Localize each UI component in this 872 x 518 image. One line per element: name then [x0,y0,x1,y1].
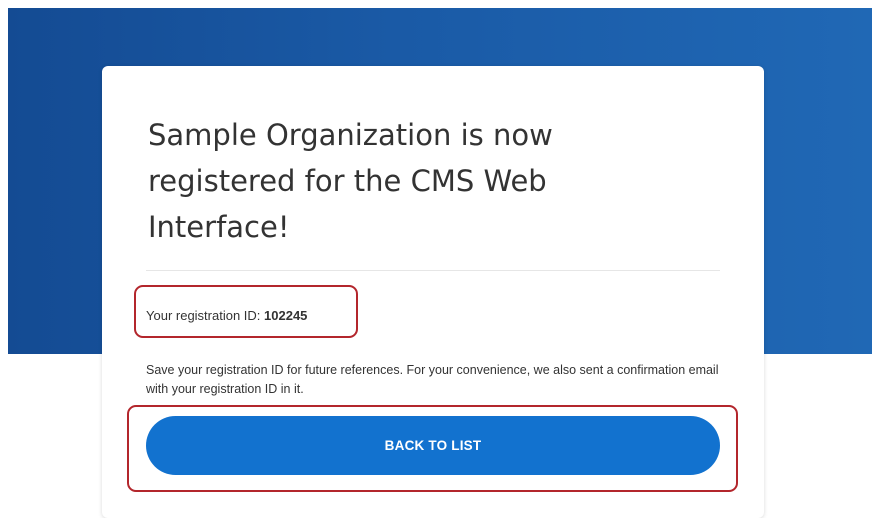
confirmation-title: Sample Organization is now registered fo… [148,118,553,244]
confirmation-card: Sample Organization is now registered fo… [102,66,764,518]
registration-id-label: Your registration ID: [146,308,265,323]
registration-confirmation-page: Sample Organization is now registered fo… [0,0,872,518]
registration-id-value: 102245 [264,308,308,323]
divider [146,270,720,271]
back-to-list-button[interactable]: BACK TO LIST [146,416,720,475]
registration-id-row: Your registration ID: 102245 [146,308,307,323]
save-id-note: Save your registration ID for future ref… [146,363,719,396]
